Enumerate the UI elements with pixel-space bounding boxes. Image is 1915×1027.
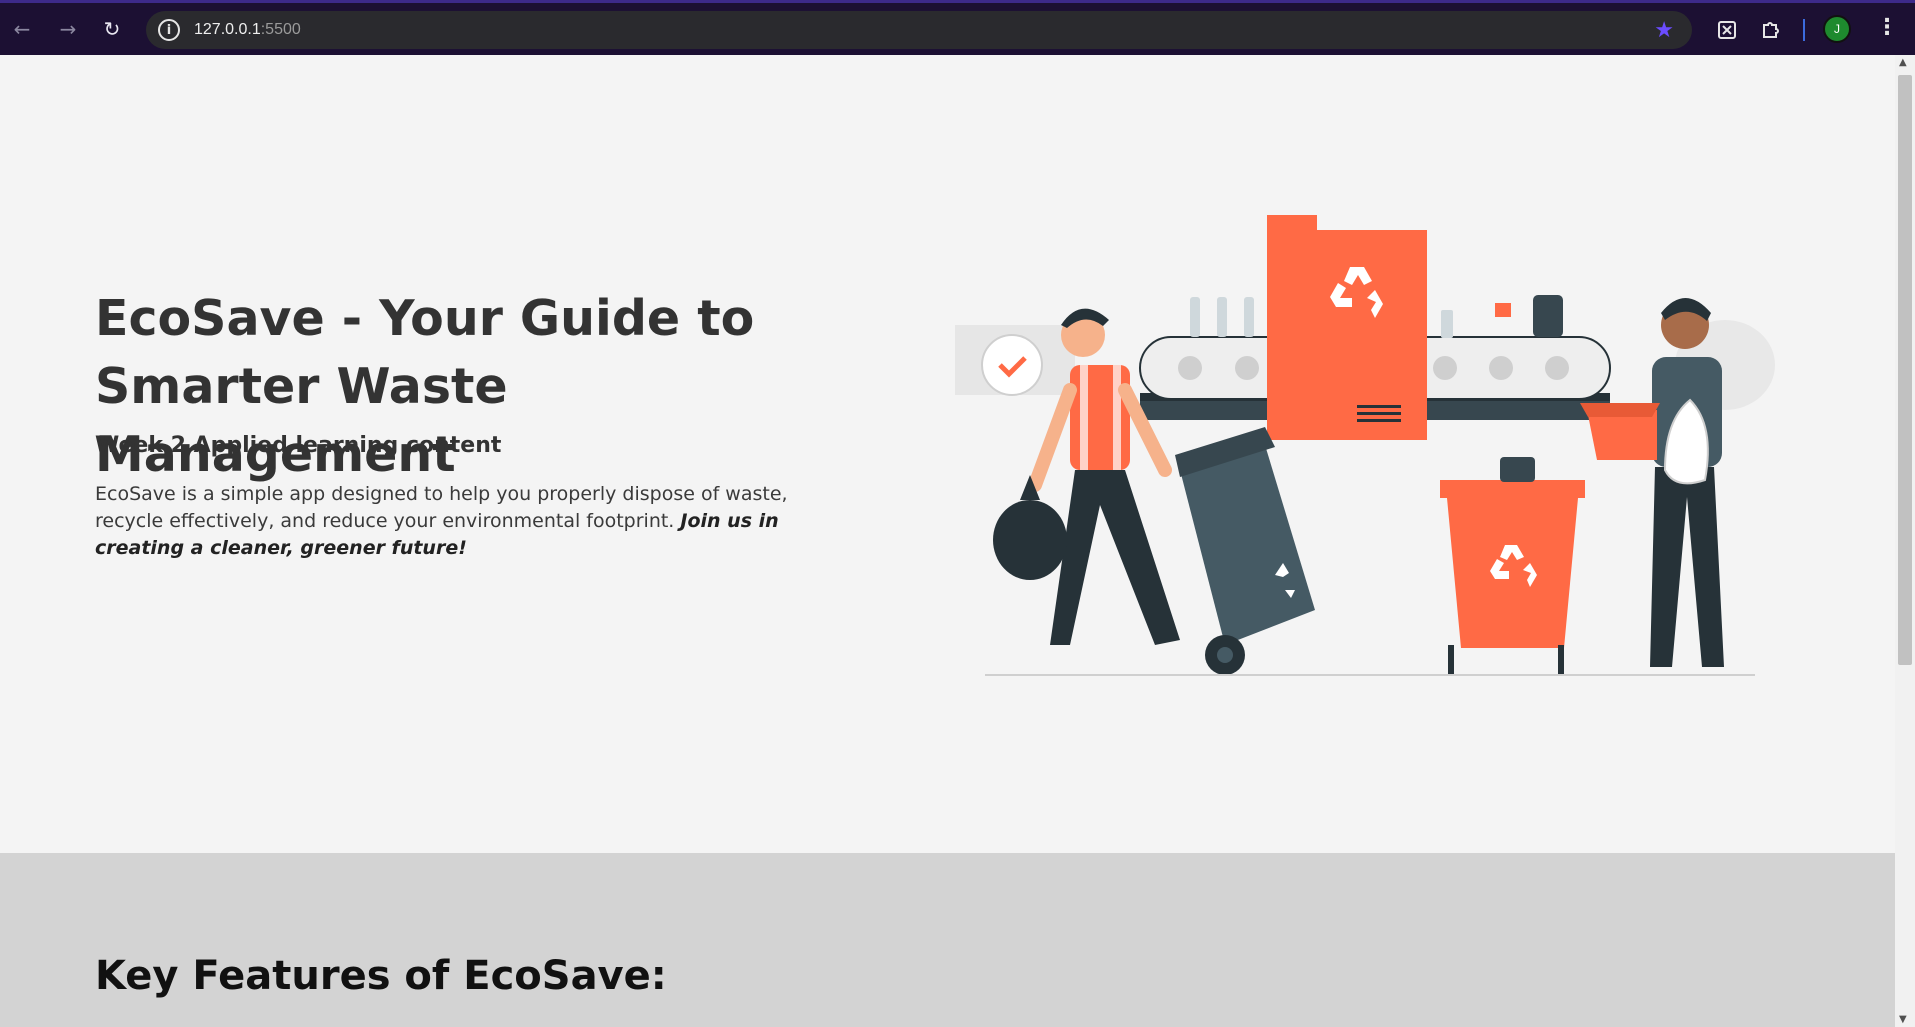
toolbar-divider <box>1803 19 1805 41</box>
profile-avatar[interactable]: J <box>1823 15 1851 43</box>
url-host: 127.0.0.1 <box>194 21 261 38</box>
scroll-down-arrow-icon[interactable]: ▼ <box>1899 1014 1907 1025</box>
reload-icon: ↻ <box>103 17 121 41</box>
hero-title: EcoSave - Your Guide to Smarter Waste Ma… <box>95 290 755 483</box>
extension-icon[interactable] <box>1712 15 1742 45</box>
scroll-up-arrow-icon[interactable]: ▲ <box>1899 57 1907 68</box>
hero-section: EcoSave - Your Guide to Smarter Waste Ma… <box>0 55 1895 853</box>
features-section: Key Features of EcoSave: <box>0 853 1895 1027</box>
vertical-scrollbar[interactable]: ▲ ▼ <box>1895 55 1915 1027</box>
site-info-icon[interactable]: i <box>158 19 180 41</box>
hero-subtitle: Week 2 Applied learning content <box>95 433 502 458</box>
reload-button[interactable]: ↻ <box>96 13 128 45</box>
url-text[interactable]: 127.0.0.1:5500 <box>194 21 301 39</box>
arrow-right-icon: → <box>59 17 77 41</box>
hero-description: EcoSave is a simple app designed to help… <box>95 481 795 562</box>
back-button[interactable]: ← <box>6 13 38 45</box>
bookmark-star-icon[interactable]: ★ <box>1654 18 1674 43</box>
url-port: :5500 <box>260 21 301 38</box>
arrow-left-icon: ← <box>13 17 31 41</box>
scrollbar-thumb[interactable] <box>1898 75 1912 665</box>
features-title: Key Features of EcoSave: <box>95 953 667 999</box>
page-viewport: EcoSave - Your Guide to Smarter Waste Ma… <box>0 55 1895 1027</box>
address-bar[interactable]: i 127.0.0.1:5500 ★ <box>146 11 1692 49</box>
recycling-illustration <box>955 215 1775 676</box>
browser-menu-icon[interactable]: ⋮ <box>1876 15 1898 40</box>
browser-toolbar: ← → ↻ i 127.0.0.1:5500 ★ J ⋮ <box>0 0 1915 55</box>
puzzle-extensions-icon[interactable] <box>1756 15 1786 45</box>
forward-button[interactable]: → <box>52 13 84 45</box>
